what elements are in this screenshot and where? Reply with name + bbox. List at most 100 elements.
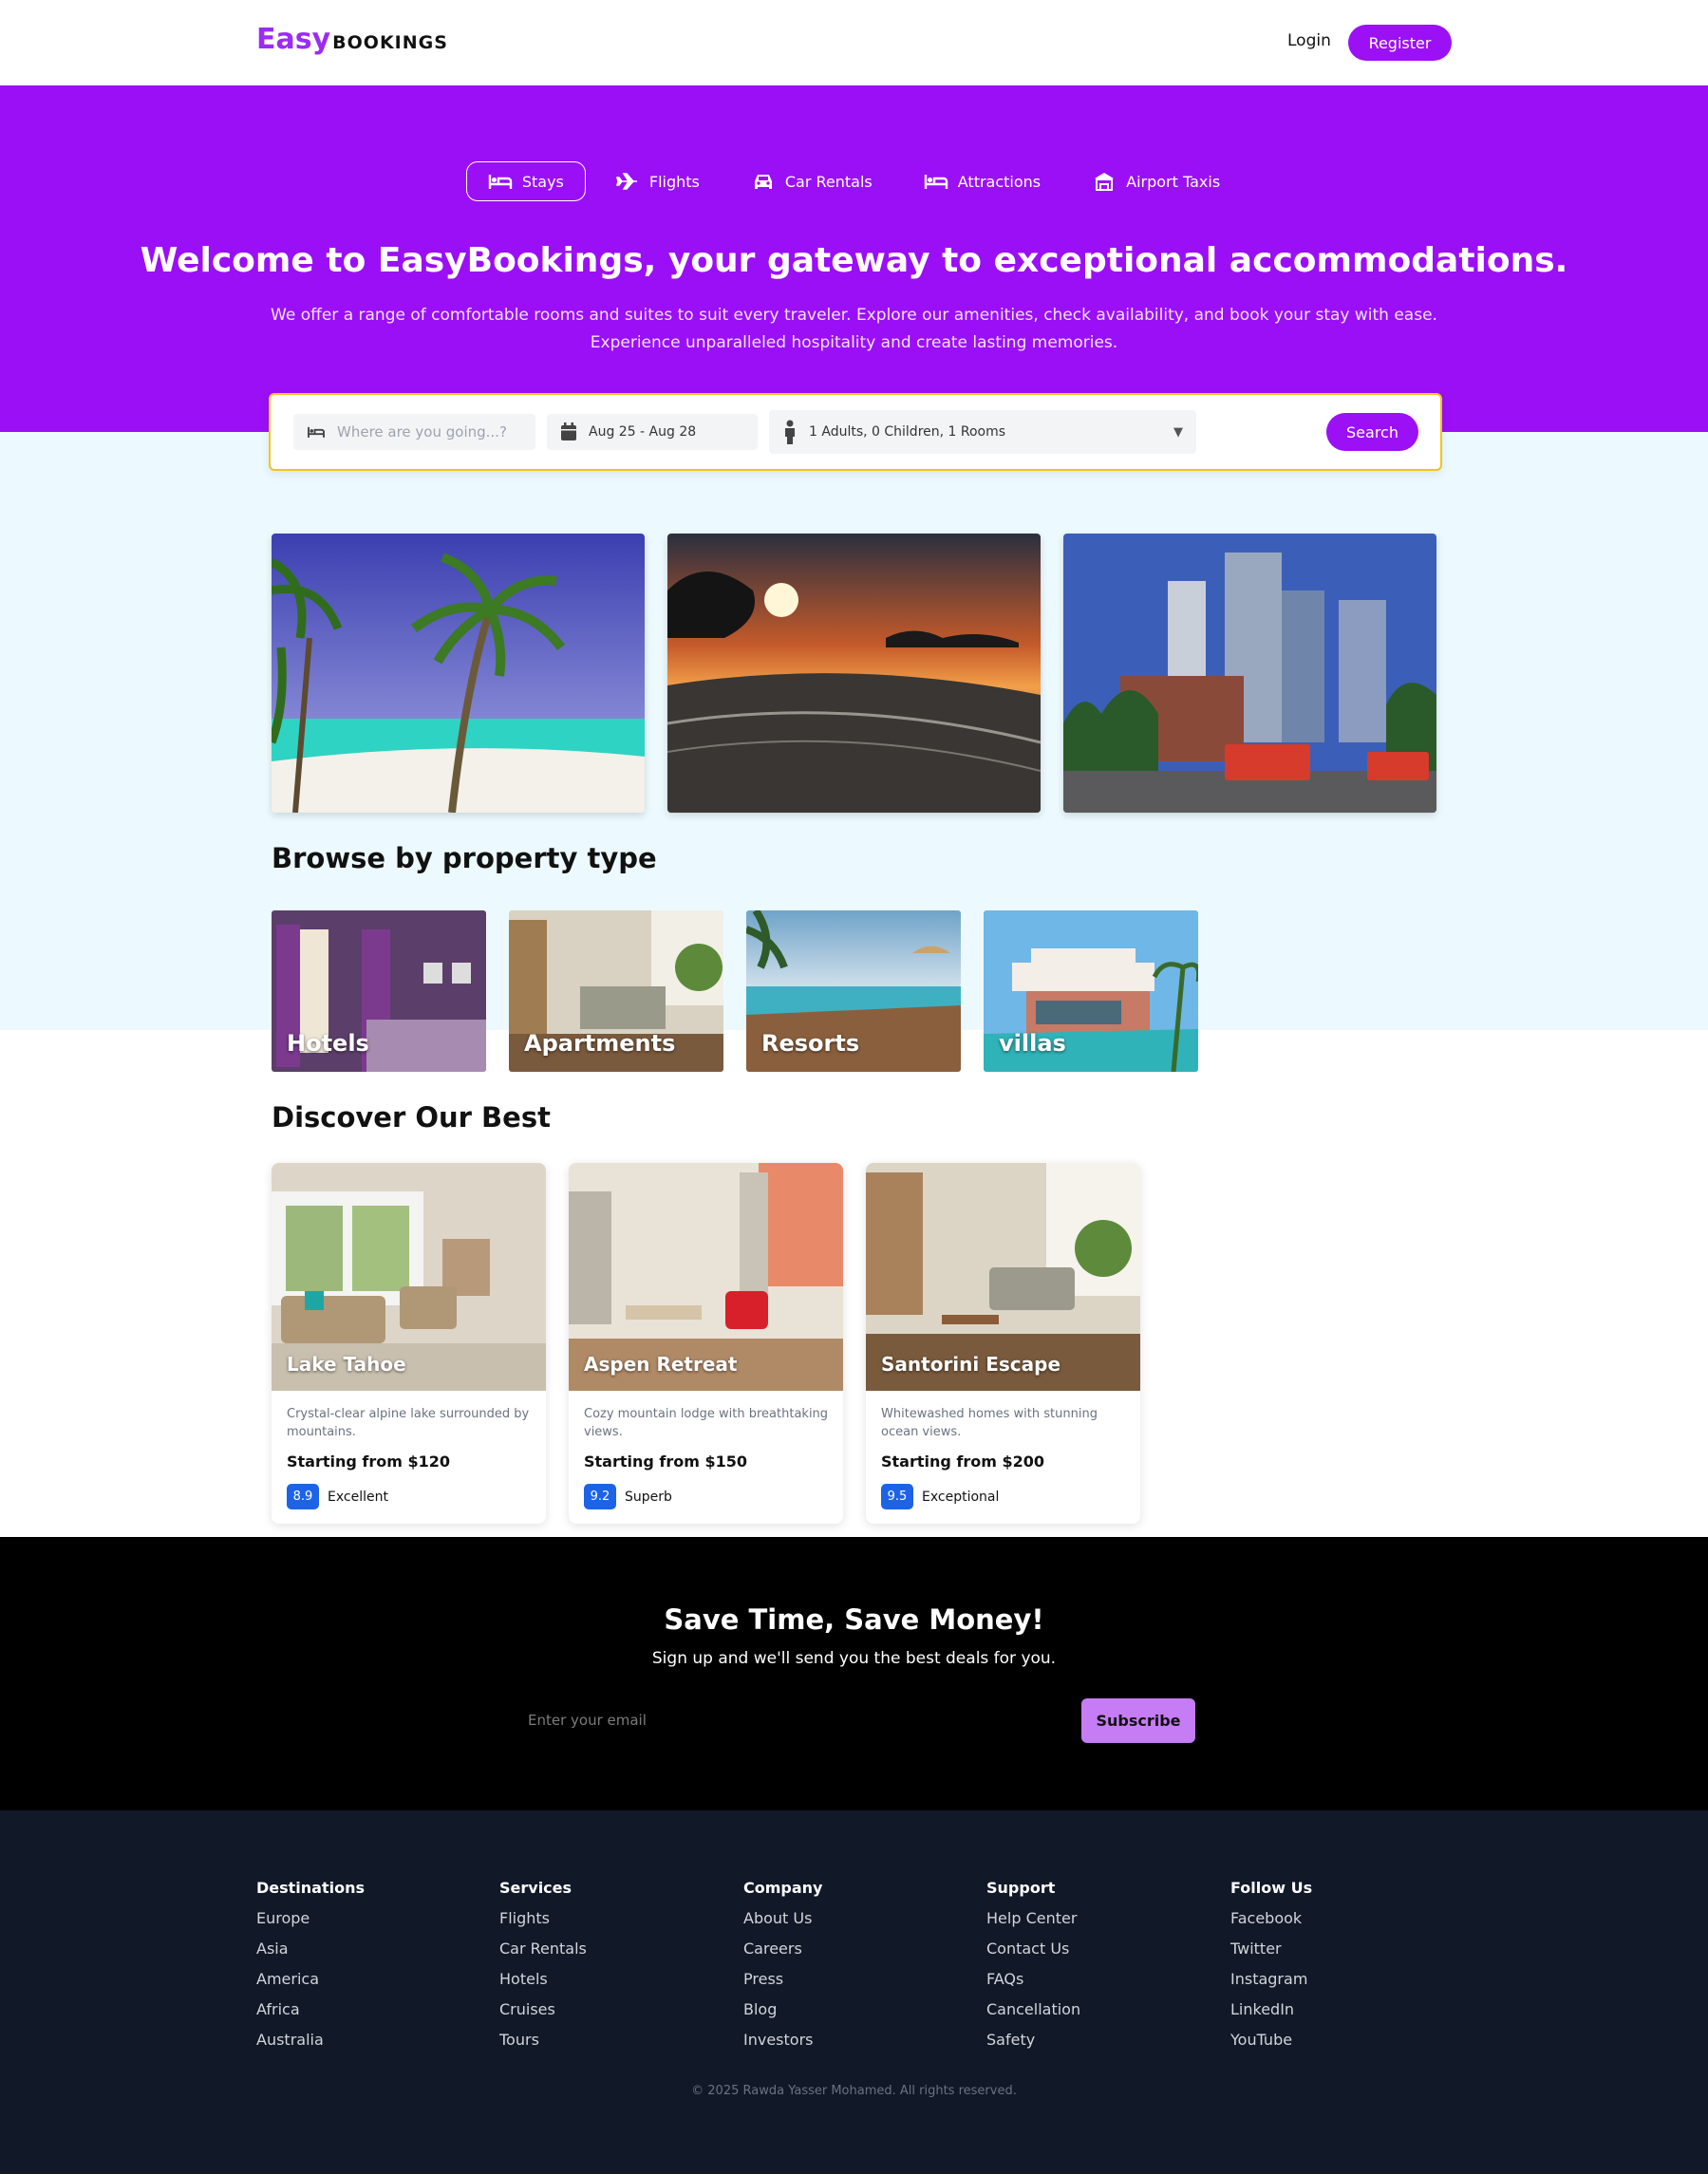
destination-input[interactable] <box>337 423 517 440</box>
calendar-icon <box>561 422 576 440</box>
card-rating: 9.5 Exceptional <box>881 1484 999 1509</box>
property-type-hotels[interactable]: Hotels <box>272 910 486 1072</box>
bed-icon <box>924 175 948 189</box>
tab-airport-taxis[interactable]: Airport Taxis <box>1070 161 1242 201</box>
copyright-text: © 2025 Rawda Yasser Mohamed. All rights … <box>691 2084 1017 2098</box>
login-link[interactable]: Login <box>1287 31 1331 50</box>
email-field[interactable] <box>513 1698 1073 1742</box>
card-rating: 8.9 Excellent <box>287 1484 388 1509</box>
card-description: Whitewashed homes with stunning ocean vi… <box>881 1407 1098 1439</box>
tab-car-rentals[interactable]: Car Rentals <box>729 161 894 201</box>
tab-flights[interactable]: Flights <box>593 161 722 201</box>
car-icon <box>754 175 772 189</box>
site-footer: Destinations Europe Asia America Africa … <box>0 1810 1708 2174</box>
footer-link[interactable]: Help Center <box>986 1909 1080 1940</box>
rating-score-badge: 9.2 <box>584 1484 616 1509</box>
site-header: Easy BOOKINGS Login Register <box>0 0 1708 85</box>
tab-label: Airport Taxis <box>1126 172 1221 191</box>
footer-column-title: Services <box>499 1879 572 1897</box>
rating-label: Exceptional <box>922 1489 1000 1505</box>
property-section-title: Browse by property type <box>272 842 657 874</box>
city-skyline-image <box>1063 534 1436 813</box>
newsletter-title: Save Time, Save Money! <box>664 1603 1044 1636</box>
property-type-villas[interactable]: villas <box>984 910 1198 1072</box>
bed-icon <box>308 426 325 438</box>
chevron-down-icon: ▼ <box>1173 424 1183 440</box>
footer-column-destinations: Destinations Europe Asia America Africa … <box>256 1879 365 2061</box>
rating-label: Excellent <box>328 1489 388 1505</box>
footer-column-services: Services Flights Car Rentals Hotels Crui… <box>499 1879 587 2061</box>
footer-link[interactable]: Press <box>743 1970 822 2000</box>
footer-link[interactable]: Australia <box>256 2031 365 2061</box>
date-range-value: Aug 25 - Aug 28 <box>589 424 697 440</box>
discover-section-title: Discover Our Best <box>272 1101 551 1134</box>
person-icon <box>785 420 795 444</box>
property-type-resorts[interactable]: Resorts <box>746 910 961 1072</box>
footer-link[interactable]: About Us <box>743 1909 822 1940</box>
footer-column-title: Support <box>986 1879 1056 1897</box>
footer-link[interactable]: Blog <box>743 2000 822 2031</box>
footer-link[interactable]: Instagram <box>1230 1970 1312 2000</box>
footer-column-title: Destinations <box>256 1879 366 1897</box>
property-type-label: villas <box>999 1030 1066 1057</box>
destination-field[interactable] <box>293 414 535 450</box>
footer-link[interactable]: Tours <box>499 2031 587 2061</box>
footer-link[interactable]: Safety <box>986 2031 1080 2061</box>
footer-link[interactable]: Africa <box>256 2000 365 2031</box>
guests-value: 1 Adults, 0 Children, 1 Rooms <box>809 424 1006 440</box>
footer-column-company: Company About Us Careers Press Blog Inve… <box>743 1879 822 2061</box>
footer-link[interactable]: LinkedIn <box>1230 2000 1312 2031</box>
footer-link[interactable]: YouTube <box>1230 2031 1312 2061</box>
tab-label: Stays <box>521 172 564 191</box>
footer-link[interactable]: Europe <box>256 1909 365 1940</box>
plane-icon <box>615 173 637 190</box>
hero-title: Welcome to EasyBookings, your gateway to… <box>140 241 1568 280</box>
date-range-field[interactable]: Aug 25 - Aug 28 <box>547 414 758 450</box>
footer-link[interactable]: Careers <box>743 1940 822 1970</box>
footer-link[interactable]: Contact Us <box>986 1940 1080 1970</box>
taxi-icon <box>1095 173 1115 191</box>
footer-link[interactable]: Flights <box>499 1909 587 1940</box>
guests-select[interactable]: 1 Adults, 0 Children, 1 Rooms ▼ <box>769 410 1196 454</box>
newsletter-subtitle: Sign up and we'll send you the best deal… <box>651 1649 1057 1668</box>
rating-score-badge: 9.5 <box>881 1484 913 1509</box>
footer-link[interactable]: Facebook <box>1230 1909 1312 1940</box>
card-description: Cozy mountain lodge with breathtaking vi… <box>584 1407 829 1439</box>
card-title: Aspen Retreat <box>584 1353 738 1376</box>
footer-link[interactable]: FAQs <box>986 1970 1080 2000</box>
footer-link[interactable]: America <box>256 1970 365 2000</box>
bed-icon <box>488 175 513 189</box>
card-description: Crystal-clear alpine lake surrounded by … <box>287 1407 530 1439</box>
tab-stays[interactable]: Stays <box>465 161 586 201</box>
footer-column-support: Support Help Center Contact Us FAQs Canc… <box>986 1879 1080 2061</box>
property-type-apartments[interactable]: Apartments <box>509 910 723 1072</box>
discover-card-aspen-retreat[interactable]: Aspen Retreat Cozy mountain lodge with b… <box>569 1163 843 1524</box>
footer-link[interactable]: Asia <box>256 1940 365 1970</box>
property-type-label: Apartments <box>524 1030 676 1057</box>
register-button[interactable]: Register <box>1348 25 1452 61</box>
footer-link[interactable]: Hotels <box>499 1970 587 2000</box>
tab-label: Flights <box>648 172 700 191</box>
footer-link[interactable]: Cruises <box>499 2000 587 2031</box>
card-title: Lake Tahoe <box>287 1353 406 1376</box>
logo[interactable]: Easy BOOKINGS <box>256 23 448 56</box>
search-button[interactable]: Search <box>1326 413 1418 451</box>
footer-link[interactable]: Cancellation <box>986 2000 1080 2031</box>
footer-link[interactable]: Investors <box>743 2031 822 2061</box>
logo-bookings-text: BOOKINGS <box>332 32 448 53</box>
property-type-label: Resorts <box>761 1030 860 1057</box>
card-image: Santorini Escape <box>866 1163 1140 1391</box>
category-nav: Stays Flights Car Rentals Attractions Ai… <box>0 161 1708 201</box>
tab-attractions[interactable]: Attractions <box>902 161 1062 201</box>
card-price: Starting from $150 <box>584 1452 748 1471</box>
footer-link[interactable]: Car Rentals <box>499 1940 587 1970</box>
search-bar: Aug 25 - Aug 28 1 Adults, 0 Children, 1 … <box>269 393 1442 471</box>
hero-subtitle: We offer a range of comfortable rooms an… <box>271 306 1437 352</box>
discover-card-lake-tahoe[interactable]: Lake Tahoe Crystal-clear alpine lake sur… <box>272 1163 546 1524</box>
subscribe-button[interactable]: Subscribe <box>1081 1698 1195 1743</box>
footer-column-title: Follow Us <box>1230 1879 1313 1897</box>
discover-card-santorini-escape[interactable]: Santorini Escape Whitewashed homes with … <box>866 1163 1140 1524</box>
beach-palm-image <box>272 534 645 813</box>
tab-label: Attractions <box>957 172 1042 191</box>
footer-link[interactable]: Twitter <box>1230 1940 1312 1970</box>
